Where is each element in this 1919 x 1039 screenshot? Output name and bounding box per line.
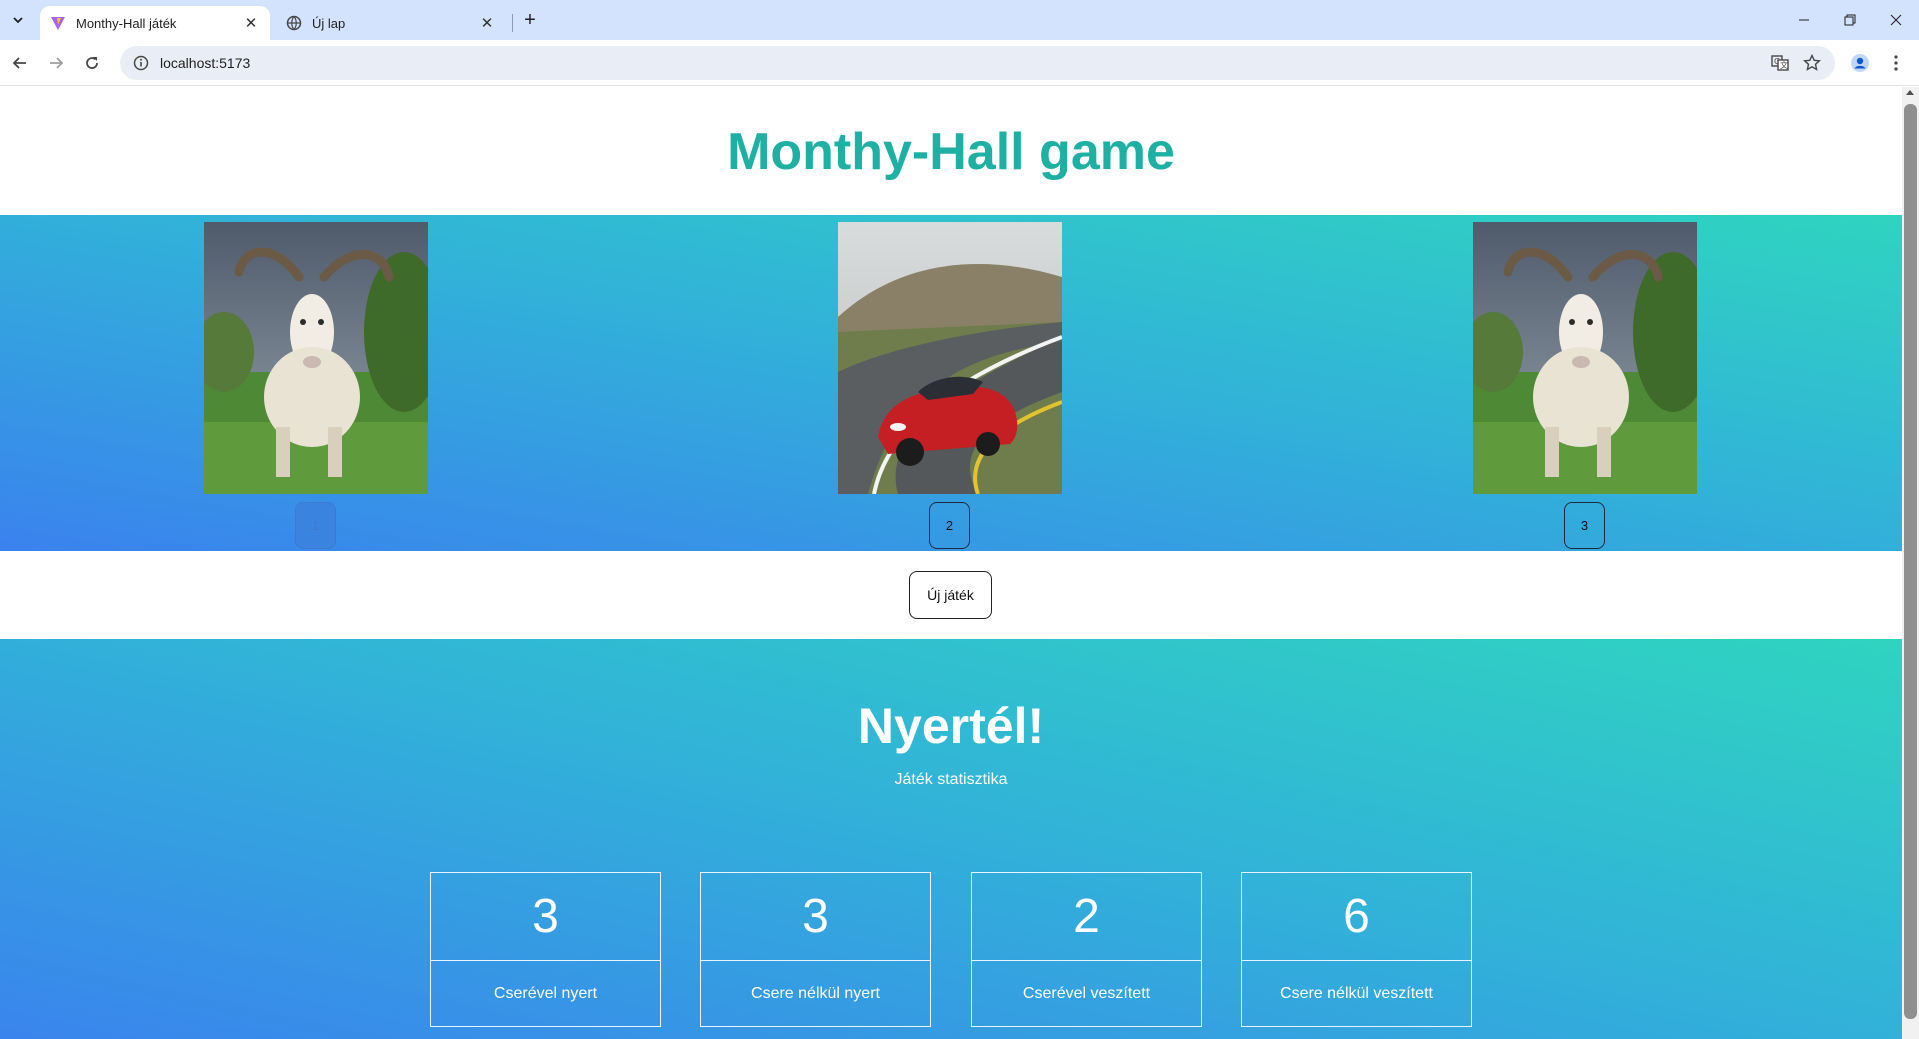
site-info-icon[interactable] — [124, 55, 158, 71]
page-title: Monthy-Hall game — [727, 123, 1175, 181]
tab-strip: Monthy-Hall játék ✕ Új lap ✕ + — [0, 0, 1919, 40]
globe-icon — [286, 15, 302, 31]
menu-kebab-icon[interactable] — [1880, 47, 1912, 79]
page-viewport: Monthy-Hall game 1 2 3 Új játék Nyertél!… — [0, 87, 1902, 1039]
restore-icon[interactable] — [1827, 0, 1873, 40]
door-2-button[interactable]: 2 — [929, 502, 970, 549]
minimize-icon[interactable] — [1781, 0, 1827, 40]
vertical-scrollbar[interactable] — [1902, 87, 1919, 1039]
stat-value: 2 — [972, 873, 1201, 961]
new-game-button[interactable]: Új játék — [909, 571, 992, 619]
profile-avatar-icon[interactable] — [1844, 47, 1876, 79]
doors-section: 1 2 3 — [0, 215, 1902, 551]
door-1: 1 — [204, 222, 428, 549]
stat-card-stay-lost: 6 Csere nélkül veszített — [1241, 872, 1472, 1027]
stat-label: Csere nélkül veszített — [1280, 985, 1433, 1002]
stat-value: 3 — [431, 873, 660, 961]
scroll-up-arrow-icon[interactable] — [1906, 90, 1914, 95]
chevron-down-icon — [13, 17, 23, 24]
result-heading: Nyertél! — [857, 698, 1045, 754]
close-tab-icon[interactable]: ✕ — [478, 14, 496, 32]
stats-section: Nyertél! Játék statisztika 3 Cserével ny… — [0, 639, 1902, 1039]
forward-arrow-icon[interactable] — [40, 47, 72, 79]
close-window-icon[interactable] — [1873, 0, 1919, 40]
tab-title: Új lap — [312, 15, 346, 31]
tab-separator — [512, 14, 513, 32]
tab-title: Monthy-Hall játék — [76, 15, 177, 31]
stat-label: Cserével nyert — [493, 985, 598, 1002]
vite-favicon-icon — [50, 15, 66, 31]
door-3-button[interactable]: 3 — [1564, 502, 1605, 549]
translate-icon[interactable]: G文 — [1764, 47, 1796, 79]
reload-icon[interactable] — [76, 47, 108, 79]
door-1-button[interactable]: 1 — [295, 502, 336, 549]
tab-search-button[interactable] — [6, 8, 30, 32]
goat-image — [1473, 222, 1697, 494]
car-image — [838, 222, 1062, 494]
browser-toolbar: localhost:5173 G文 — [0, 40, 1919, 86]
stat-label: Csere nélkül nyert — [751, 985, 880, 1002]
door-3: 3 — [1473, 222, 1697, 549]
url-text: localhost:5173 — [160, 55, 251, 71]
svg-text:文: 文 — [1780, 60, 1788, 70]
door-2: 2 — [838, 222, 1062, 549]
stat-card-swap-lost: 2 Cserével veszített — [971, 872, 1202, 1027]
scrollbar-thumb[interactable] — [1904, 104, 1917, 1019]
back-arrow-icon[interactable] — [4, 47, 36, 79]
stats-subtitle: Játék statisztika — [894, 771, 1008, 788]
stat-card-stay-won: 3 Csere nélkül nyert — [700, 872, 931, 1027]
stat-card-swap-won: 3 Cserével nyert — [430, 872, 661, 1027]
address-bar[interactable]: localhost:5173 — [120, 46, 1835, 80]
bookmark-star-icon[interactable] — [1796, 47, 1828, 79]
stat-value: 3 — [701, 873, 930, 961]
tab-monthy-hall[interactable]: Monthy-Hall játék ✕ — [40, 6, 270, 40]
stat-value: 6 — [1242, 873, 1471, 961]
new-tab-button[interactable]: + — [518, 8, 542, 32]
stat-label: Cserével veszített — [1022, 985, 1151, 1002]
goat-image — [204, 222, 428, 494]
close-tab-icon[interactable]: ✕ — [242, 14, 260, 32]
tab-new-tab[interactable]: Új lap ✕ — [276, 6, 506, 40]
